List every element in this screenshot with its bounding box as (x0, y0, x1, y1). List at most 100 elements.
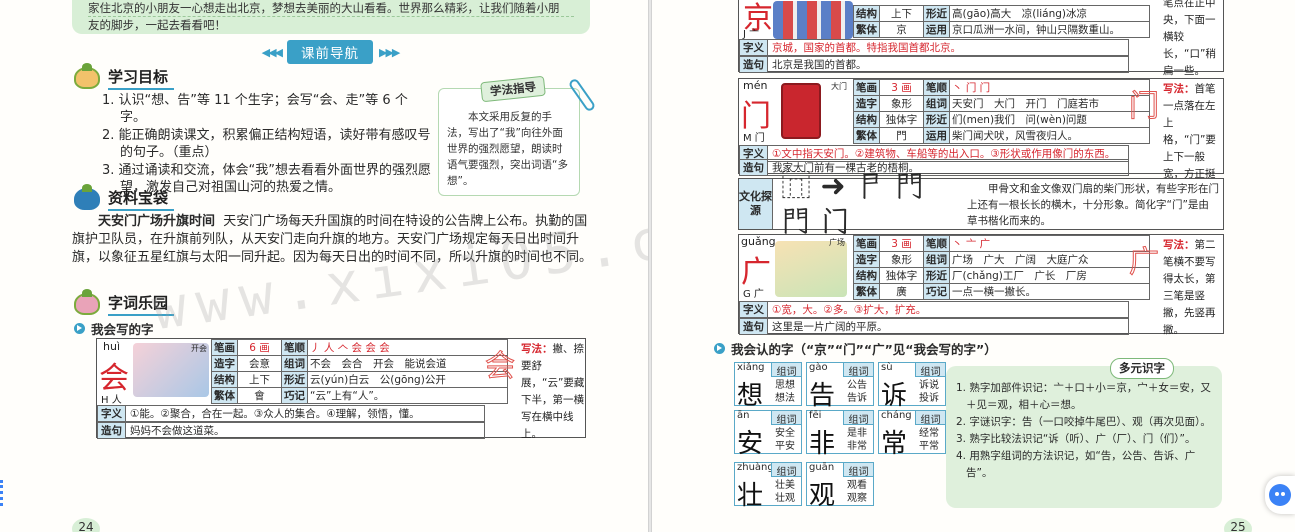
recognize-card: cháng 常 组词 经常 平常 (878, 410, 946, 459)
sentence-label: 造句 (740, 319, 768, 334)
cell-usage: 京口瓜洲一水间，钟山只隔数重山。 (949, 21, 1150, 38)
flower-pot-icon (74, 289, 100, 315)
sentence-text: 这里是一片广阔的平原。 (772, 321, 888, 333)
char-card-men: mén 门 M 门 大门 笔画 3 画笔顺丶 门 门 造字 象形 组词 天安门 大门 开… (738, 78, 1224, 197)
assistant-face-icon (1269, 484, 1291, 506)
list-item: 3. 熟字比较法识记“诉（听）、广（厂）、门（们）”。 (956, 433, 1196, 445)
rec-char: 安 (737, 429, 764, 459)
cell-key: 形近 (281, 371, 308, 388)
cell-key: 运用 (923, 21, 950, 38)
write-note-label: 写法： (521, 343, 553, 355)
sentence-row: 造句 这里是一片广阔的平原。 (739, 318, 1129, 335)
rec-pinyin: zhuàng (737, 462, 774, 473)
cell-value: 象形 (879, 95, 924, 112)
multi-literacy-list: 1. 熟字加部件识记：亠＋口＋小＝京，宀＋女＝安，又＋见＝观，相＋心＝想。 2.… (956, 380, 1212, 482)
pre-class-banner: ◀◀◀ 课前导航 ▶▶▶ (230, 40, 430, 64)
sentence-row: 造句 北京是我国的首都。 (739, 56, 1129, 73)
cell-key: 巧记 (281, 387, 308, 404)
cell-key: 结构 (853, 111, 880, 128)
meaning-label: 字义 (98, 406, 126, 421)
table-row: 造字 象形 组词 广场 广大 广阔 大庭广众 (853, 251, 1150, 268)
cell-similar: 们(men)我们 问(wèn)问题 (949, 111, 1150, 128)
sentence-label: 造句 (740, 57, 768, 72)
goals-heading: 学习目标 (74, 63, 175, 90)
write-title: 我会写的字 (91, 322, 154, 337)
illustration-label: 大门 (831, 82, 847, 91)
rec-words: 经常 平常 (919, 428, 939, 452)
cell-value: 會 (237, 387, 282, 404)
meaning-label: 字义 (740, 40, 768, 55)
outline-char: 广 (1129, 245, 1160, 281)
culture-origin-box: 文化探源 ⿵ ➜ 𠁣 門 門 门 甲骨文和金文像双门扇的柴门形状，有些字形在门上… (738, 169, 1224, 239)
banner-left-arrows-icon: ◀◀◀ (261, 45, 283, 59)
char-radical: M 门 (743, 133, 765, 144)
multi-literacy-box: 多元识字 1. 熟字加部件识记：亠＋口＋小＝京，宀＋女＝安，又＋见＝观，相＋心＝… (946, 358, 1222, 508)
illustration-label: 开会 (191, 344, 207, 353)
meaning-text: ①宽，大。②多。③扩大，扩充。 (772, 304, 927, 316)
cell-value: 独体字 (879, 267, 924, 284)
recognize-card: gào 告 组词 公告 告诉 (806, 362, 874, 411)
illustration-label: 广场 (829, 238, 845, 247)
rec-label: 组词 (843, 463, 873, 478)
cell-value: 京 (879, 21, 924, 38)
meaning-row: 字义 ①宽，大。②多。③扩大，扩充。 (739, 301, 1129, 318)
outline-char: 门 (1129, 89, 1160, 125)
rec-char: 观 (809, 481, 836, 511)
rec-pinyin: gào (809, 362, 828, 373)
page-number: 25 (1224, 518, 1252, 532)
recognize-title: 我会认的字（“京”“门”“广”见“我会写的字”） (731, 342, 997, 357)
cell-similar: 云(yún)白云 公(gōng)公开 (307, 371, 508, 388)
assistant-float-button[interactable] (1265, 476, 1295, 514)
rec-label: 组词 (915, 411, 945, 426)
cell-key: 造字 (853, 95, 880, 112)
write-note-label: 写法： (1163, 83, 1195, 95)
cell-value: 会意 (237, 355, 282, 372)
table-row: 造字 象形 组词 天安门 大门 开门 门庭若市 (853, 95, 1150, 112)
cell-similar: 厂(chǎng)工厂 广长 厂房 (949, 267, 1150, 284)
table-row: 造字 会意 组词 不会 会合 开会 能说会道 (211, 355, 508, 372)
cell-key: 造字 (211, 355, 238, 372)
rec-label: 组词 (915, 363, 945, 378)
cell-key: 笔顺 (923, 79, 950, 96)
multi-literacy-tag: 多元识字 (1110, 358, 1174, 379)
rec-char: 想 (737, 381, 764, 411)
list-item: 1. 熟字加部件识记：亠＋口＋小＝京，宀＋女＝安，又＋见＝观，相＋心＝想。 (956, 382, 1211, 411)
cell-key: 造字 (853, 251, 880, 268)
recognize-card: sù 诉 组词 诉说 投诉 (878, 362, 946, 411)
cell-value: 上下 (879, 5, 924, 22)
cell-stroke-order: 丶 门 门 (949, 79, 1150, 96)
meaning-text: 京城，国家的首都。特指我国首都北京。 (772, 42, 961, 54)
list-item: 2. 字谜识字：告（一口咬掉牛尾巴）、观（再次见面）。 (956, 416, 1211, 428)
outline-char: 会 (485, 349, 516, 385)
rec-pinyin: ān (737, 410, 750, 421)
meaning-text: ①能。②聚合，合在一起。③众人的集合。④理解，领悟，懂。 (130, 408, 420, 420)
culture-text: 甲骨文和金文像双门扇的柴门形状，有些字形在门上还有一根长长的横木，十分形象。简化… (967, 183, 1219, 227)
rec-words: 诉说 投诉 (919, 380, 939, 404)
left-edge-handle[interactable] (0, 480, 3, 506)
sentence-text: 妈妈不会做这道菜。 (130, 425, 225, 437)
write-subheading: 我会写的字 (74, 319, 154, 338)
cell-value: 上下 (237, 371, 282, 388)
cell-key: 形近 (923, 267, 950, 284)
right-page: 京 J 亠 结构 上下 形近 高(gāo)高大 凉(liáng)冰凉 繁体京运用 京口瓜… (652, 0, 1295, 532)
table-row: 结构 上下 形近 高(gāo)高大 凉(liáng)冰凉 (853, 5, 1150, 22)
cell-words: 不会 会合 开会 能说会道 (307, 355, 508, 372)
cell-key: 形近 (923, 111, 950, 128)
cell-value: 独体字 (879, 111, 924, 128)
rec-words: 思想 想法 (775, 380, 795, 404)
table-row: 繁体廣巧记 一点一横一撇长。 (853, 283, 1150, 300)
play-bullet-icon (74, 323, 85, 334)
cell-key: 繁体 (211, 387, 238, 404)
write-note: 写法：第二笔横不要写得太长，第三笔是竖撇，先竖再撇。 (1163, 237, 1223, 339)
cell-value: 門 (879, 127, 924, 144)
recognize-card: ān 安 组词 安全 平安 (734, 410, 802, 459)
square-illustration (775, 241, 847, 297)
cell-words: 天安门 大门 开门 门庭若市 (949, 95, 1150, 112)
cell-tip: “云”上有“人”。 (307, 387, 508, 404)
rec-label: 组词 (843, 411, 873, 426)
sentence-label: 造句 (98, 423, 126, 438)
rec-words: 公告 告诉 (847, 380, 867, 404)
char-info-table: 笔画 3 画笔顺丶 亠 广 造字 象形 组词 广场 广大 广阔 大庭广众 结构 独体字 形近… (853, 235, 1150, 300)
cell-words: 广场 广大 广阔 大庭广众 (949, 251, 1150, 268)
table-row: 笔画 3 画笔顺丶 门 门 (853, 79, 1150, 96)
